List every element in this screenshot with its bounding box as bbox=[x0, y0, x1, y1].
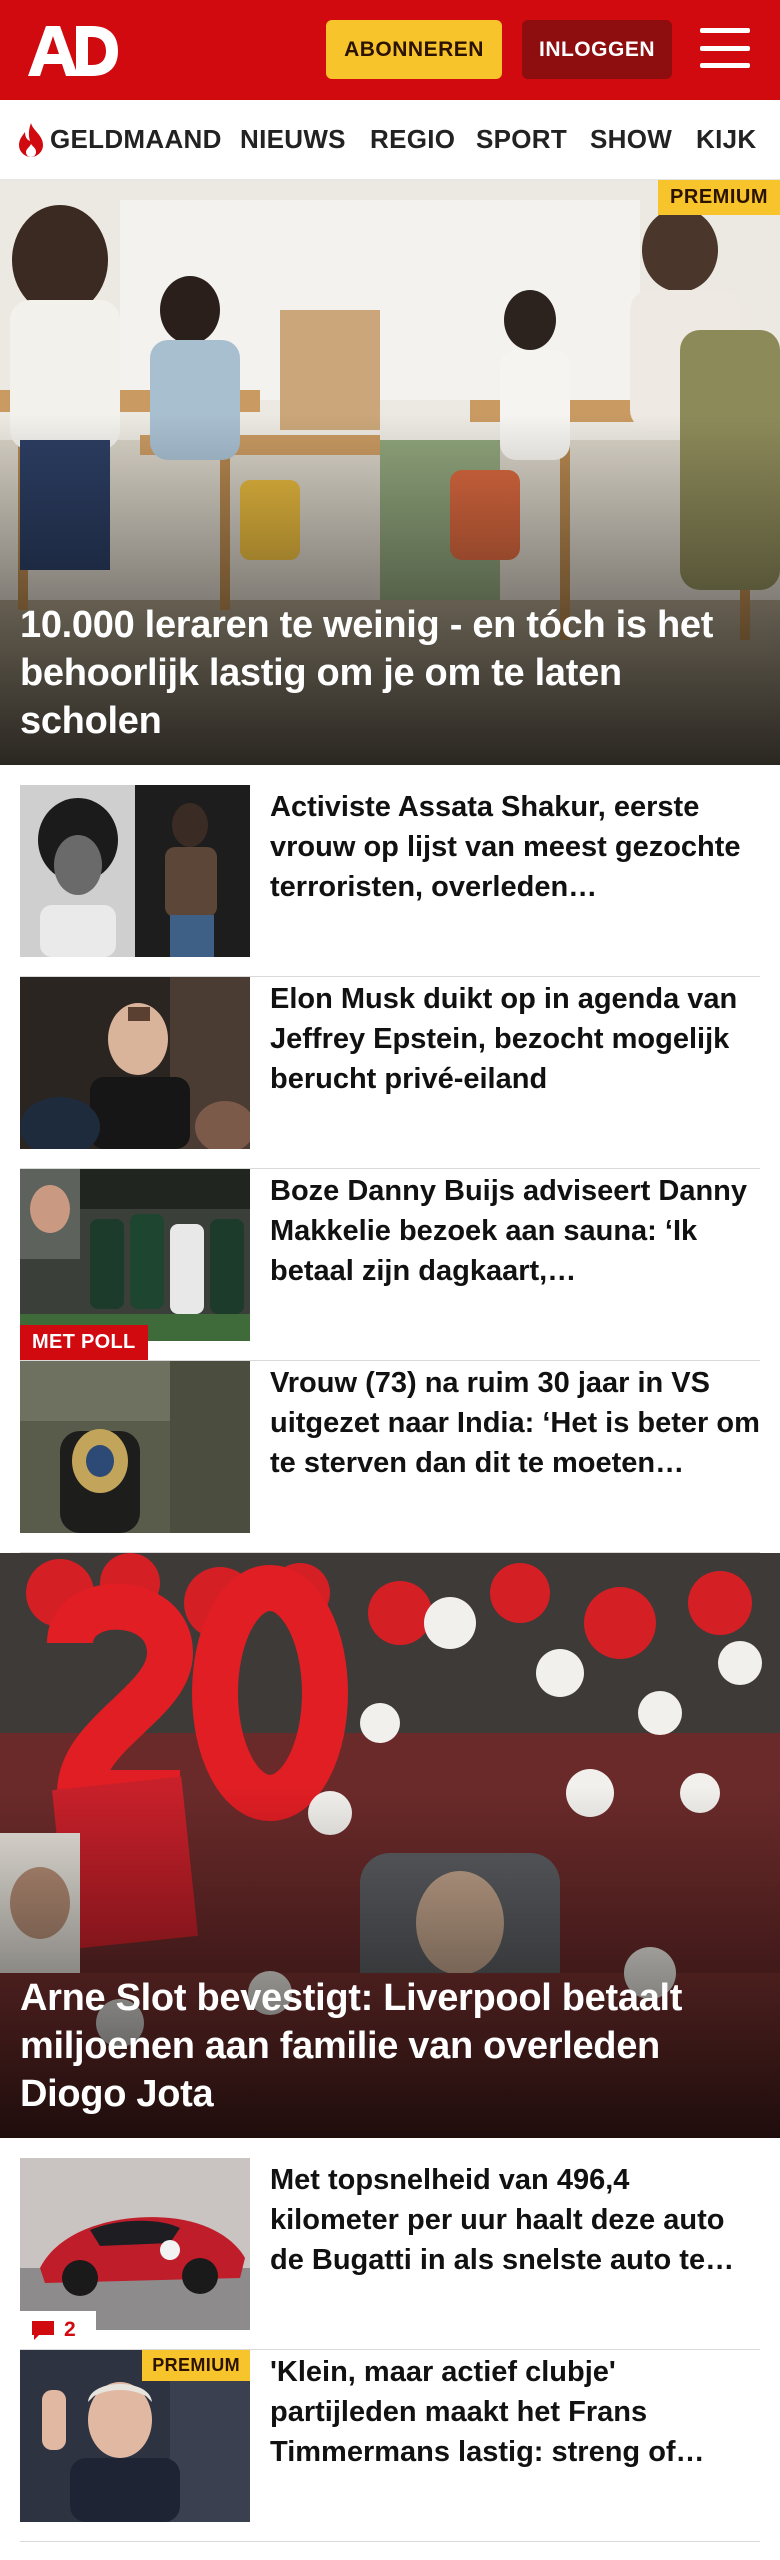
poll-badge: MET POLL bbox=[20, 1325, 148, 1360]
nav-item-nieuws[interactable]: NIEUWS bbox=[240, 124, 346, 155]
thumbnail-image bbox=[20, 1361, 250, 1533]
list-item[interactable]: Activiste Assata Shakur, eerste vrouw op… bbox=[20, 785, 760, 977]
nav-item-sport[interactable]: SPORT bbox=[476, 124, 567, 155]
thumbnail-image bbox=[20, 785, 250, 957]
list-item-title[interactable]: Met topsnelheid van 496,4 kilometer per … bbox=[270, 2160, 760, 2280]
list-item-title[interactable]: Activiste Assata Shakur, eerste vrouw op… bbox=[270, 787, 760, 907]
list-item[interactable]: MET POLL Boze Danny Buijs adviseert Dann… bbox=[20, 1169, 760, 1361]
nav-item-regio[interactable]: REGIO bbox=[370, 124, 455, 155]
hamburger-menu-icon[interactable] bbox=[698, 24, 752, 72]
hero-article-teachers[interactable]: PREMIUM 10.000 leraren te weinig - en tó… bbox=[0, 180, 780, 765]
hero-title[interactable]: 10.000 leraren te weinig - en tóch is he… bbox=[20, 601, 760, 745]
thumbnail-image bbox=[20, 1169, 250, 1341]
nav-item-geldmaand[interactable]: GELDMAAND bbox=[50, 124, 222, 155]
top-header: ABONNEREN INLOGGEN bbox=[0, 0, 780, 100]
list-item-title[interactable]: Elon Musk duikt op in agenda van Jeffrey… bbox=[270, 979, 760, 1099]
section-nav: GELDMAAND NIEUWS REGIO SPORT SHOW KIJK bbox=[0, 100, 780, 180]
list-item-title[interactable]: 'Klein, maar actief clubje' partijleden … bbox=[270, 2352, 760, 2472]
thumbnail-image bbox=[20, 977, 250, 1149]
hero-title[interactable]: Arne Slot bevestigt: Liverpool betaalt m… bbox=[20, 1974, 760, 2118]
comments-count: 2 bbox=[64, 2318, 76, 2341]
comments-badge[interactable]: 2 bbox=[20, 2311, 96, 2349]
nav-item-kijk[interactable]: KIJK bbox=[696, 124, 756, 155]
nav-item-show[interactable]: SHOW bbox=[590, 124, 672, 155]
list-item[interactable]: Elon Musk duikt op in agenda van Jeffrey… bbox=[20, 977, 760, 1169]
menu-bar bbox=[700, 28, 750, 33]
list-item[interactable]: Vrouw (73) na ruim 30 jaar in VS uitgeze… bbox=[20, 1361, 760, 1553]
hero-article-liverpool[interactable]: Arne Slot bevestigt: Liverpool betaalt m… bbox=[0, 1553, 780, 2138]
premium-badge: PREMIUM bbox=[142, 2350, 250, 2381]
thumbnail-image bbox=[20, 2158, 250, 2330]
list-item-title[interactable]: Vrouw (73) na ruim 30 jaar in VS uitgeze… bbox=[270, 1363, 760, 1483]
menu-bar bbox=[700, 45, 750, 51]
list-item[interactable]: PREMIUM 'Klein, maar actief clubje' part… bbox=[20, 2350, 760, 2542]
list-item-title[interactable]: Boze Danny Buijs adviseert Danny Makkeli… bbox=[270, 1171, 760, 1291]
premium-badge: PREMIUM bbox=[658, 180, 780, 215]
login-button[interactable]: INLOGGEN bbox=[522, 20, 672, 79]
comment-icon bbox=[32, 2321, 54, 2340]
menu-bar bbox=[700, 63, 750, 68]
flame-icon bbox=[19, 123, 43, 157]
subscribe-button[interactable]: ABONNEREN bbox=[326, 20, 502, 79]
ad-logo[interactable] bbox=[26, 24, 118, 78]
list-item[interactable]: 2 Met topsnelheid van 496,4 kilometer pe… bbox=[20, 2158, 760, 2350]
